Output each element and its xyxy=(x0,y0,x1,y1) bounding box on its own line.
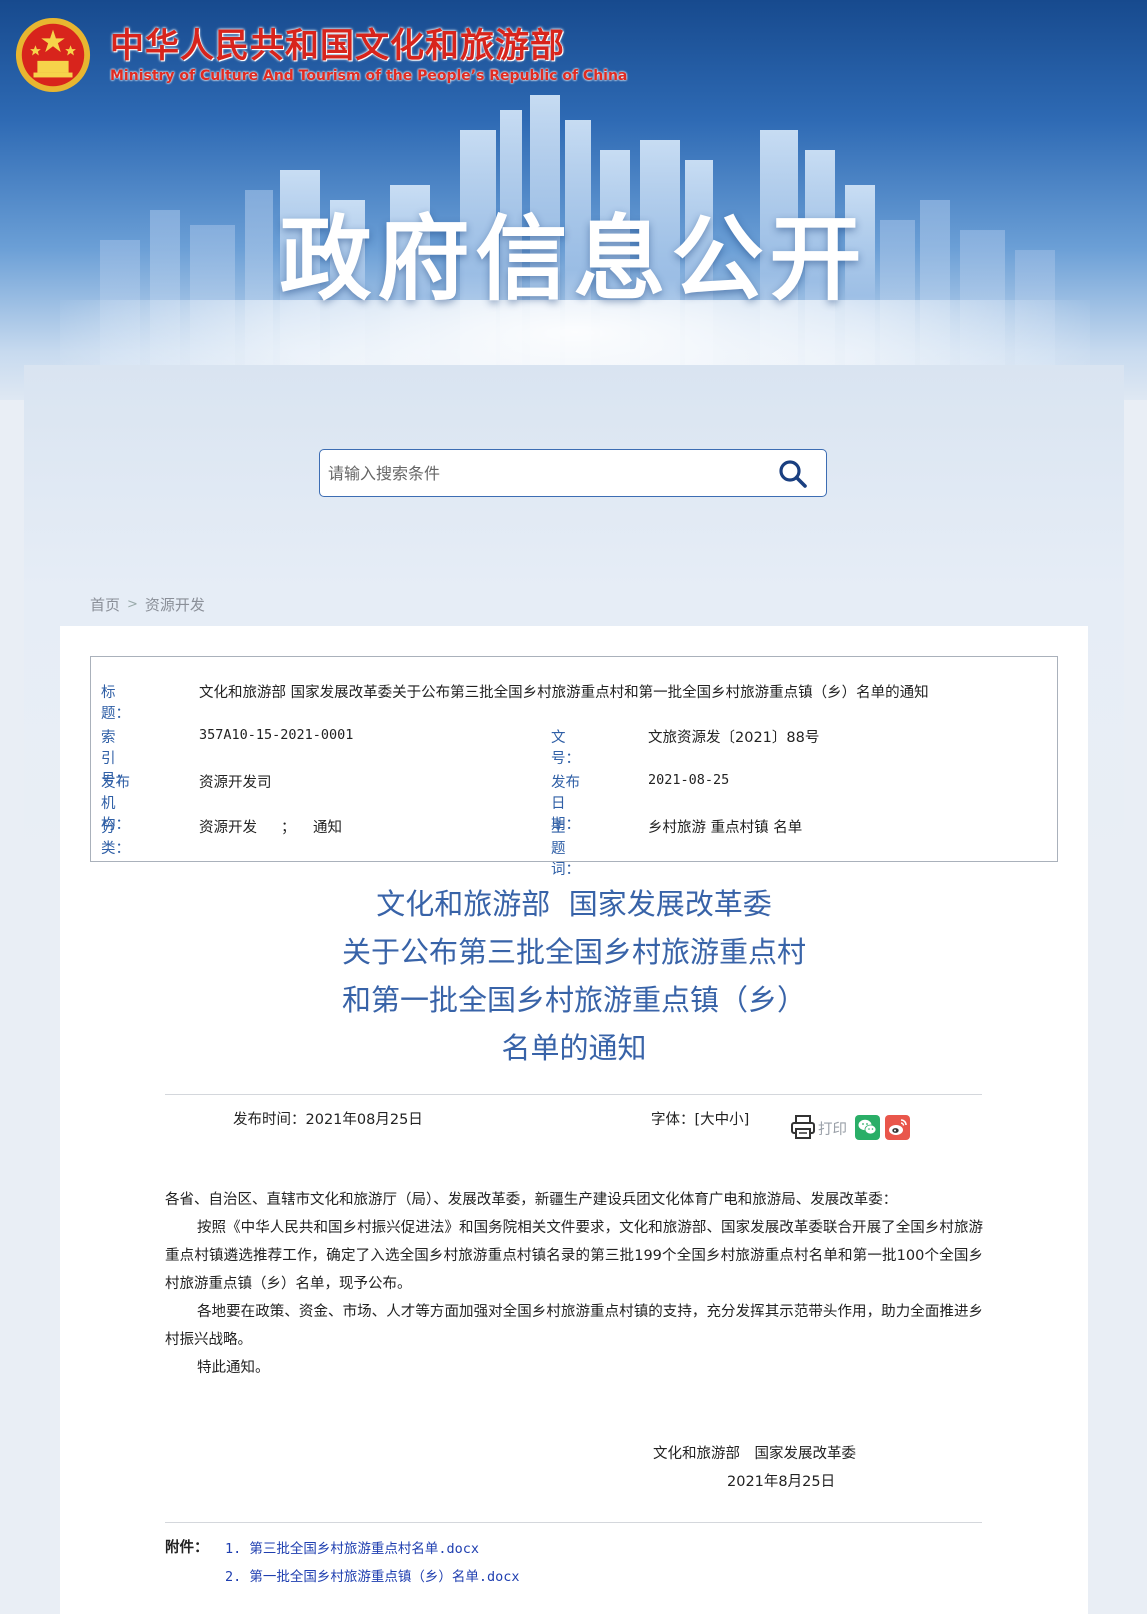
meta-title-value: 文化和旅游部 国家发展改革委关于公布第三批全国乡村旅游重点村和第一批全国乡村旅游… xyxy=(199,685,929,701)
print-icon[interactable] xyxy=(790,1114,816,1140)
meta-keywords-value: 乡村旅游 重点村镇 名单 xyxy=(648,820,803,836)
national-emblem-icon xyxy=(15,17,91,93)
header-banner: 中华人民共和国文化和旅游部 Ministry of Culture And To… xyxy=(0,0,1147,400)
meta-index-value: 357A10-15-2021-0001 xyxy=(199,727,354,743)
search-input[interactable] xyxy=(326,462,750,484)
document-body: 各省、自治区、直辖市文化和旅游厅（局）、发展改革委，新疆生产建设兵团文化体育广电… xyxy=(165,1186,983,1382)
breadcrumb-separator: > xyxy=(127,597,138,612)
meta-org-value: 资源开发司 xyxy=(199,775,272,791)
meta-docno-label: 文 号： xyxy=(551,730,595,767)
document-title-line-1: 文化和旅游部 国家发展改革委 xyxy=(376,887,772,921)
body-salutation: 各省、自治区、直辖市文化和旅游厅（局）、发展改革委，新疆生产建设兵团文化体育广电… xyxy=(165,1192,898,1208)
body-paragraph-2: 各地要在政策、资金、市场、人才等方面加强对全国乡村旅游重点村镇的支持，充分发挥其… xyxy=(165,1304,983,1348)
divider-bottom xyxy=(165,1522,982,1523)
sign-date: 2021年8月25日 xyxy=(727,1474,836,1490)
publish-time: 发布时间：2021年08月25日 xyxy=(233,1112,423,1128)
signatory: 文化和旅游部 国家发展改革委 xyxy=(653,1446,856,1462)
wechat-icon[interactable] xyxy=(855,1115,880,1140)
breadcrumb-current[interactable]: 资源开发 xyxy=(145,594,205,615)
document-title-line-2: 关于公布第三批全国乡村旅游重点村 xyxy=(341,935,806,969)
search-icon[interactable] xyxy=(778,459,808,489)
meta-category-label: 分 类： xyxy=(101,820,145,857)
font-size-options[interactable]: [大中小] xyxy=(695,1112,750,1128)
meta-title-label: 标 题： xyxy=(101,685,145,722)
font-size-control: 字体：[大中小] xyxy=(651,1108,749,1129)
site-name-cn: 中华人民共和国文化和旅游部 xyxy=(110,26,565,66)
attachment-link-2[interactable]: 2. 第一批全国乡村旅游重点镇（乡）名单.docx xyxy=(225,1565,520,1585)
document-title-line-4: 名单的通知 xyxy=(501,1031,647,1065)
divider-top xyxy=(165,1094,982,1095)
attachment-link-1[interactable]: 1. 第三批全国乡村旅游重点村名单.docx xyxy=(225,1537,479,1557)
meta-category-separator: ； xyxy=(281,820,296,836)
font-size-label: 字体： xyxy=(651,1112,695,1128)
site-name-en: Ministry of Culture And Tourism of the P… xyxy=(110,68,628,84)
meta-category-value-2: 通知 xyxy=(313,820,342,836)
search-box xyxy=(319,449,827,497)
body-paragraph-3: 特此通知。 xyxy=(197,1360,270,1376)
attachments-label: 附件： xyxy=(165,1540,209,1556)
meta-keywords-label: 主 题 词： xyxy=(551,820,580,878)
weibo-icon[interactable] xyxy=(885,1115,910,1140)
breadcrumb: 首页 > 资源开发 xyxy=(90,594,205,615)
meta-docno-value: 文旅资源发〔2021〕88号 xyxy=(648,730,820,746)
body-paragraph-1: 按照《中华人民共和国乡村振兴促进法》和国务院相关文件要求，文化和旅游部、国家发展… xyxy=(165,1220,983,1292)
document-title-line-3: 和第一批全国乡村旅游重点镇（乡） xyxy=(341,983,806,1017)
breadcrumb-home[interactable]: 首页 xyxy=(90,594,120,615)
meta-table: 标 题： 文化和旅游部 国家发展改革委关于公布第三批全国乡村旅游重点村和第一批全… xyxy=(90,656,1058,878)
meta-category-value-1: 资源开发 xyxy=(199,820,257,836)
site-logo[interactable]: 中华人民共和国文化和旅游部 Ministry of Culture And To… xyxy=(14,16,627,94)
banner-title: 政府信息公开 xyxy=(279,206,868,313)
meta-date-value: 2021-08-25 xyxy=(648,772,730,788)
document-title: 文化和旅游部 国家发展改革委 关于公布第三批全国乡村旅游重点村 和第一批全国乡村… xyxy=(160,880,988,1072)
print-label[interactable]: 打印 xyxy=(818,1118,847,1139)
